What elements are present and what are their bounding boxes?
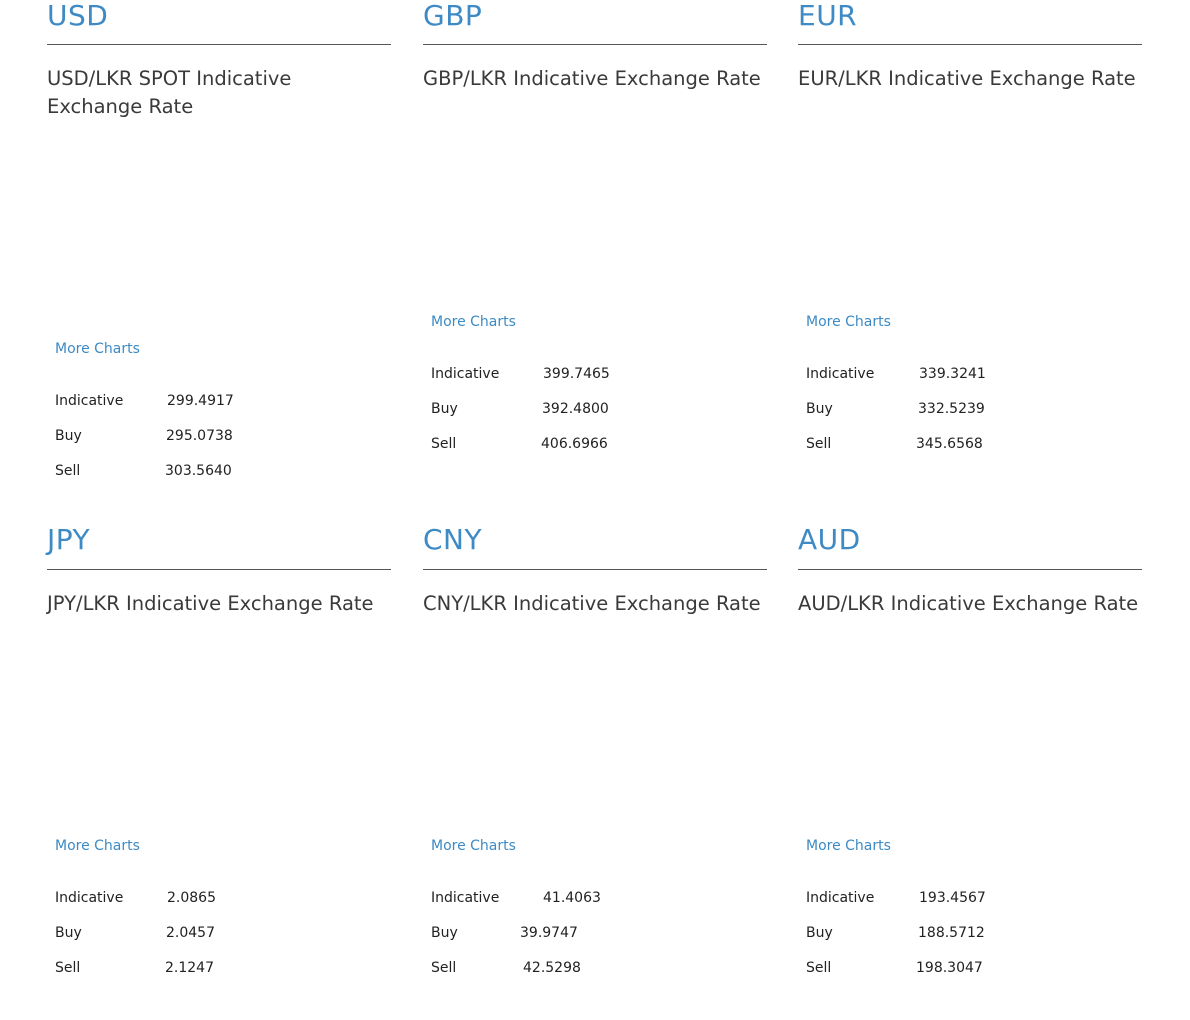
rate-value: 406.6966 xyxy=(541,436,608,452)
divider xyxy=(798,44,1142,45)
rate-row-buy: Buy 188.5712 xyxy=(806,923,1106,943)
rate-value: 188.5712 xyxy=(918,925,985,941)
rate-card-gbp: GBP GBP/LKR Indicative Exchange Rate Mor… xyxy=(423,0,767,470)
rate-value: 42.5298 xyxy=(523,960,581,976)
rate-row-buy: Buy 39.9747 xyxy=(431,923,731,943)
card-title: EUR/LKR Indicative Exchange Rate xyxy=(798,67,1136,90)
rate-row-indicative: Indicative 339.3241 xyxy=(806,364,1106,384)
rate-label: Buy xyxy=(55,428,82,444)
rate-label: Buy xyxy=(806,925,833,941)
more-charts-link[interactable]: More Charts xyxy=(806,836,891,856)
rate-label: Sell xyxy=(806,436,832,452)
card-title: USD/LKR SPOT Indicative Exchange Rate xyxy=(47,67,292,118)
rate-label: Indicative xyxy=(806,890,875,906)
rate-row-indicative: Indicative 399.7465 xyxy=(431,364,731,384)
rate-card-aud: AUD AUD/LKR Indicative Exchange Rate Mor… xyxy=(798,524,1142,994)
divider xyxy=(798,569,1142,570)
rate-row-buy: Buy 2.0457 xyxy=(55,923,355,943)
rate-label: Indicative xyxy=(55,393,124,409)
rate-card-jpy: JPY JPY/LKR Indicative Exchange Rate Mor… xyxy=(47,524,391,994)
rate-row-buy: Buy 332.5239 xyxy=(806,399,1106,419)
rate-label: Buy xyxy=(431,401,458,417)
rate-label: Indicative xyxy=(431,890,500,906)
rate-value: 339.3241 xyxy=(919,366,986,382)
more-charts-link[interactable]: More Charts xyxy=(806,312,891,332)
more-charts-link[interactable]: More Charts xyxy=(55,836,140,856)
rate-value: 41.4063 xyxy=(543,890,601,906)
rate-row-sell: Sell 198.3047 xyxy=(806,958,1106,978)
rate-value: 295.0738 xyxy=(166,428,233,444)
card-title: CNY/LKR Indicative Exchange Rate xyxy=(423,592,761,615)
rate-label: Sell xyxy=(55,463,81,479)
rate-value: 392.4800 xyxy=(542,401,609,417)
rate-value: 345.6568 xyxy=(916,436,983,452)
divider xyxy=(47,44,391,45)
currency-code: AUD xyxy=(798,523,861,556)
card-title: GBP/LKR Indicative Exchange Rate xyxy=(423,67,761,90)
rate-value: 193.4567 xyxy=(919,890,986,906)
more-charts-link[interactable]: More Charts xyxy=(55,339,140,359)
currency-code: EUR xyxy=(798,0,858,32)
rate-value: 39.9747 xyxy=(520,925,578,941)
card-title: AUD/LKR Indicative Exchange Rate xyxy=(798,592,1139,615)
rate-row-indicative: Indicative 41.4063 xyxy=(431,888,731,908)
rate-row-indicative: Indicative 2.0865 xyxy=(55,888,355,908)
currency-code: GBP xyxy=(423,0,483,32)
rate-label: Sell xyxy=(55,960,81,976)
divider xyxy=(47,569,391,570)
rate-card-usd: USD USD/LKR SPOT Indicative Exchange Rat… xyxy=(47,0,391,500)
card-title: JPY/LKR Indicative Exchange Rate xyxy=(47,592,374,615)
rate-row-sell: Sell 345.6568 xyxy=(806,434,1106,454)
rate-row-indicative: Indicative 193.4567 xyxy=(806,888,1106,908)
more-charts-link[interactable]: More Charts xyxy=(431,836,516,856)
rate-label: Indicative xyxy=(55,890,124,906)
rate-label: Indicative xyxy=(431,366,500,382)
rate-value: 198.3047 xyxy=(916,960,983,976)
currency-code: CNY xyxy=(423,523,483,556)
rate-label: Buy xyxy=(806,401,833,417)
rate-label: Sell xyxy=(806,960,832,976)
rate-label: Buy xyxy=(55,925,82,941)
rate-row-sell: Sell 42.5298 xyxy=(431,958,731,978)
rate-value: 2.0865 xyxy=(167,890,216,906)
currency-code: USD xyxy=(47,0,109,32)
rate-value: 299.4917 xyxy=(167,393,234,409)
rate-row-buy: Buy 392.4800 xyxy=(431,399,731,419)
rate-row-sell: Sell 2.1247 xyxy=(55,958,355,978)
divider xyxy=(423,569,767,570)
rate-value: 399.7465 xyxy=(543,366,610,382)
rate-row-indicative: Indicative 299.4917 xyxy=(55,391,355,411)
rate-card-cny: CNY CNY/LKR Indicative Exchange Rate Mor… xyxy=(423,524,767,994)
rate-label: Sell xyxy=(431,436,457,452)
rate-label: Sell xyxy=(431,960,457,976)
rate-row-sell: Sell 303.5640 xyxy=(55,461,355,481)
rate-row-buy: Buy 295.0738 xyxy=(55,426,355,446)
rate-card-eur: EUR EUR/LKR Indicative Exchange Rate Mor… xyxy=(798,0,1142,470)
rate-label: Indicative xyxy=(806,366,875,382)
currency-code: JPY xyxy=(47,523,91,556)
rate-row-sell: Sell 406.6966 xyxy=(431,434,731,454)
rate-value: 2.0457 xyxy=(166,925,215,941)
rate-value: 303.5640 xyxy=(165,463,232,479)
divider xyxy=(423,44,767,45)
rate-label: Buy xyxy=(431,925,458,941)
more-charts-link[interactable]: More Charts xyxy=(431,312,516,332)
rate-value: 2.1247 xyxy=(165,960,214,976)
rate-value: 332.5239 xyxy=(918,401,985,417)
